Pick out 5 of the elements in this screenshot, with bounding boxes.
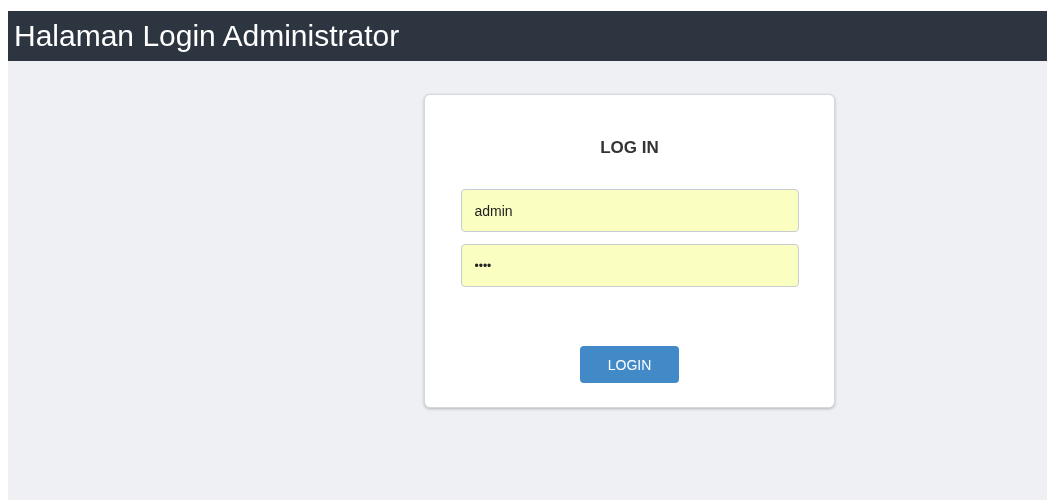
username-field[interactable]: admin bbox=[460, 189, 799, 232]
password-field[interactable]: •••• bbox=[460, 244, 799, 287]
login-title: LOG IN bbox=[600, 138, 659, 158]
page-title: Halaman Login Administrator bbox=[14, 19, 400, 53]
login-button[interactable]: LOGIN bbox=[580, 346, 679, 383]
